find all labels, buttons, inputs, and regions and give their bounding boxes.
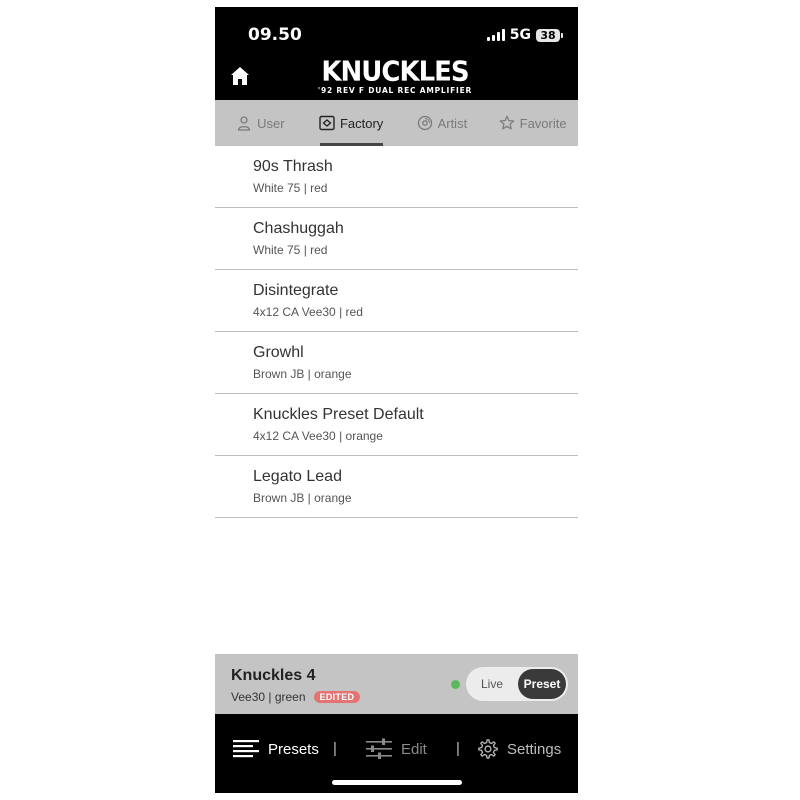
star-icon [499, 115, 514, 130]
nav-edit-label: Edit [401, 740, 427, 758]
preset-name: Chashuggah [253, 220, 344, 237]
presets-list-icon [233, 740, 259, 758]
tab-user[interactable]: User [215, 100, 306, 146]
artist-icon [417, 115, 432, 131]
app-screen: 09.50 5G 38 KNUCKLES '92 REV F DUAL REC … [215, 7, 578, 793]
preset-list: 90s Thrash White 75 | red Chashuggah Whi… [215, 146, 578, 518]
status-indicators: 5G 38 [486, 27, 563, 43]
status-time: 09.50 [248, 25, 302, 45]
preset-row[interactable]: Growhl Brown JB | orange [215, 332, 578, 394]
tab-favorite[interactable]: Favorite [487, 100, 578, 146]
tab-artist-label: Artist [437, 115, 468, 131]
preset-row[interactable]: Legato Lead Brown JB | orange [215, 456, 578, 518]
nav-separator: | [333, 740, 337, 757]
preset-row[interactable]: Knuckles Preset Default 4x12 CA Vee30 | … [215, 394, 578, 456]
app-header: 09.50 5G 38 KNUCKLES '92 REV F DUAL REC … [215, 7, 578, 100]
bottom-nav: Presets | Edit | Settings [215, 714, 578, 793]
factory-icon [319, 115, 335, 131]
preset-name: Disintegrate [253, 282, 339, 299]
preset-detail: White 75 | red [253, 181, 328, 195]
home-icon[interactable] [229, 65, 251, 87]
preset-row[interactable]: 90s Thrash White 75 | red [215, 146, 578, 208]
current-preset-detail: Vee30 | green [231, 690, 306, 704]
preset-detail: 4x12 CA Vee30 | red [253, 305, 363, 319]
preset-detail: Brown JB | orange [253, 491, 352, 505]
nav-separator: | [456, 740, 460, 757]
signal-icon [486, 29, 505, 41]
tab-factory[interactable]: Factory [306, 100, 397, 146]
sliders-icon [366, 738, 392, 759]
nav-settings-label: Settings [507, 740, 562, 758]
edited-badge: EDITED [313, 691, 361, 703]
tab-factory-label: Factory [339, 115, 384, 131]
tab-artist[interactable]: Artist [397, 100, 488, 146]
nav-presets[interactable]: Presets [232, 738, 319, 760]
live-preset-toggle[interactable]: Live Preset [466, 667, 568, 701]
knuckles-logo: KNUCKLES '92 REV F DUAL REC AMPLIFIER [305, 56, 485, 95]
preset-name: Legato Lead [253, 468, 342, 485]
preset-tabs: User Factory Artist Favorite [215, 100, 578, 146]
current-preset-bar[interactable]: Knuckles 4 Vee30 | green EDITED Live Pre… [215, 654, 578, 714]
current-preset-name: Knuckles 4 [231, 667, 316, 684]
connection-status-dot [451, 680, 460, 689]
preset-name: 90s Thrash [253, 158, 333, 175]
preset-name: Knuckles Preset Default [253, 406, 424, 423]
current-preset-info: Vee30 | green EDITED [231, 690, 361, 704]
nav-settings[interactable]: Settings [477, 738, 561, 760]
nav-edit[interactable]: Edit [365, 738, 427, 760]
preset-row[interactable]: Chashuggah White 75 | red [215, 208, 578, 270]
network-label: 5G [509, 27, 531, 43]
nav-presets-label: Presets [268, 740, 319, 758]
gear-icon [478, 739, 498, 759]
toggle-preset-option[interactable]: Preset [518, 669, 566, 699]
tab-favorite-label: Favorite [519, 115, 567, 131]
preset-detail: White 75 | red [253, 243, 328, 257]
preset-row[interactable]: Disintegrate 4x12 CA Vee30 | red [215, 270, 578, 332]
preset-detail: Brown JB | orange [253, 367, 352, 381]
preset-detail: 4x12 CA Vee30 | orange [253, 429, 383, 443]
logo-title: KNUCKLES [321, 56, 469, 88]
home-indicator[interactable] [332, 780, 462, 785]
tab-user-label: User [257, 115, 285, 131]
toggle-live-option[interactable]: Live [474, 667, 510, 701]
user-icon [237, 116, 251, 131]
battery-icon: 38 [536, 28, 563, 42]
preset-name: Growhl [253, 344, 304, 361]
